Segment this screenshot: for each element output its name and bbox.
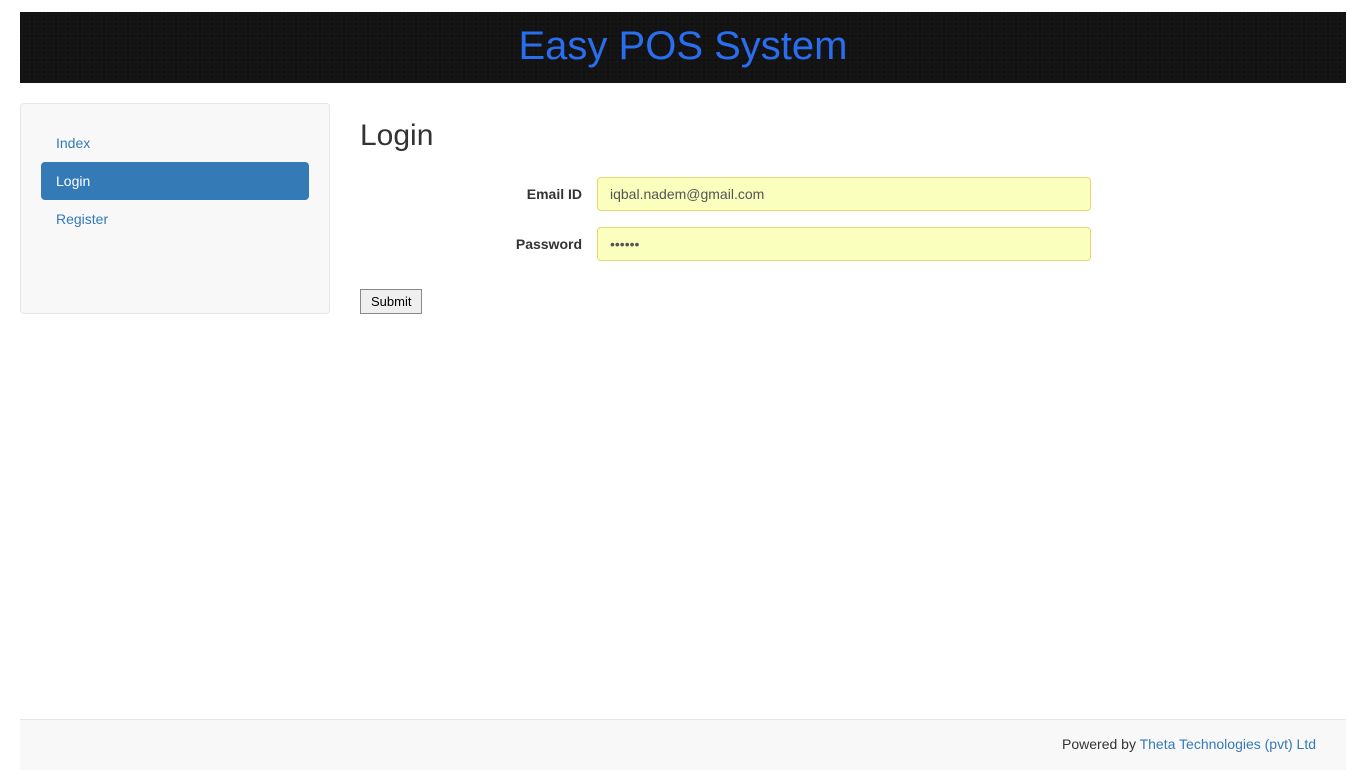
footer-prefix: Powered by xyxy=(1062,736,1140,752)
email-row: Email ID xyxy=(360,177,1091,211)
main-container: Index Login Register Login Email ID Pass… xyxy=(20,103,1346,314)
app-header: Easy POS System xyxy=(20,12,1346,83)
password-label: Password xyxy=(360,236,597,252)
password-row: Password xyxy=(360,227,1091,261)
main-content: Login Email ID Password Submit xyxy=(360,103,1346,314)
sidebar-item-register[interactable]: Register xyxy=(41,200,309,238)
footer-link[interactable]: Theta Technologies (pvt) Ltd xyxy=(1140,736,1316,752)
sidebar-item-index[interactable]: Index xyxy=(41,124,309,162)
sidebar: Index Login Register xyxy=(20,103,330,314)
page-title: Login xyxy=(360,119,1091,153)
email-label: Email ID xyxy=(360,186,597,202)
app-title: Easy POS System xyxy=(20,24,1346,69)
email-field[interactable] xyxy=(597,177,1091,211)
submit-button[interactable]: Submit xyxy=(360,289,422,314)
sidebar-item-login[interactable]: Login xyxy=(41,162,309,200)
footer: Powered by Theta Technologies (pvt) Ltd xyxy=(20,719,1346,770)
password-field[interactable] xyxy=(597,227,1091,261)
